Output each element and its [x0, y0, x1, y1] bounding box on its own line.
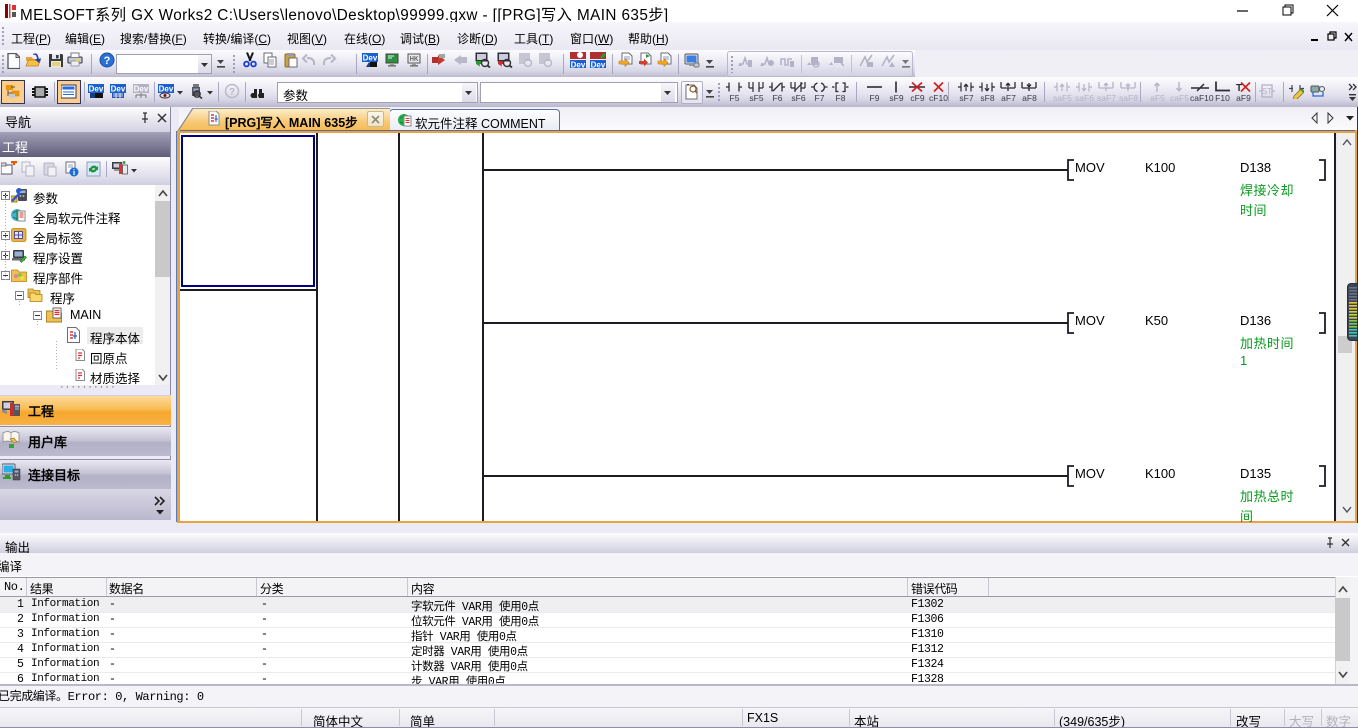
svg-text:Dev: Dev [571, 61, 586, 69]
svg-text:ST: ST [1262, 87, 1272, 96]
svg-text:HK: HK [410, 56, 419, 64]
svg-text:?: ? [229, 87, 235, 98]
svg-text:?: ? [104, 55, 111, 67]
svg-text:Dev: Dev [134, 85, 149, 94]
svg-text:Dev: Dev [89, 85, 104, 94]
svg-text:Dev: Dev [111, 85, 126, 94]
svg-text:Dev: Dev [591, 61, 606, 69]
svg-text:Dev: Dev [363, 54, 378, 63]
svg-text:Dev: Dev [159, 85, 174, 94]
